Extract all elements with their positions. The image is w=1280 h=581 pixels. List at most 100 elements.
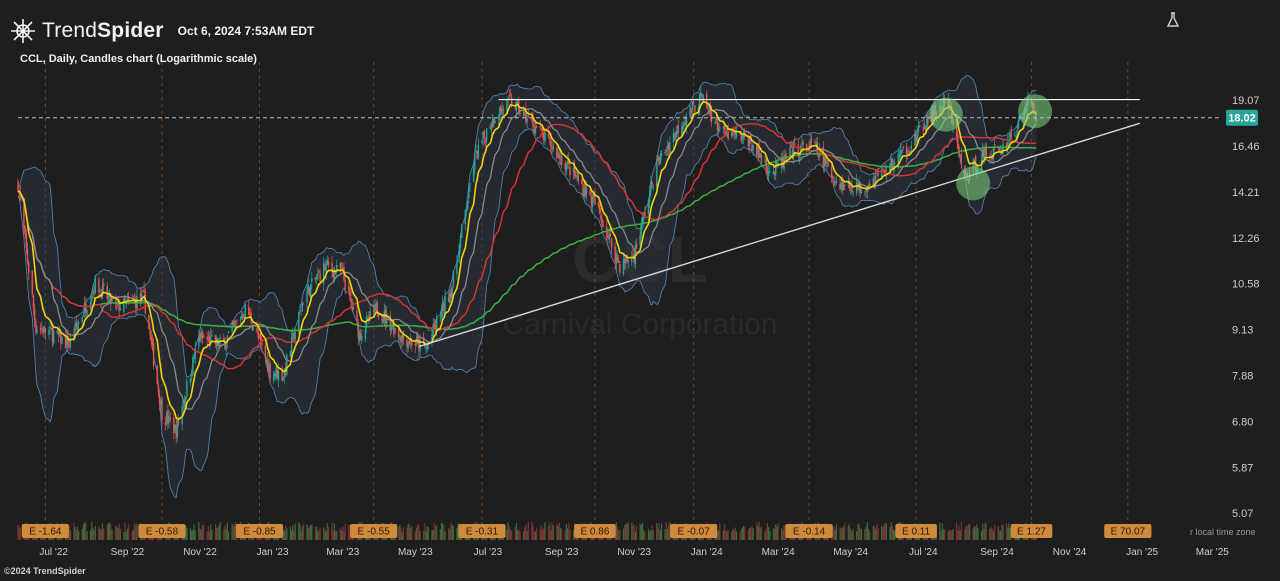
x-tick-label: Jul '23: [474, 547, 503, 558]
volume-bar: [233, 524, 236, 540]
volume-bar: [985, 524, 987, 540]
candle-body: [94, 276, 97, 293]
volume-bar: [725, 530, 727, 540]
volume-bar: [525, 524, 527, 540]
volume-bar: [722, 530, 725, 540]
earnings-label: E -0.07: [678, 527, 711, 538]
candle-body: [719, 126, 721, 129]
volume-bar: [342, 526, 344, 540]
candle-body: [810, 138, 813, 143]
volume-bar: [964, 528, 966, 540]
volume-bar: [17, 524, 19, 540]
y-tick-label: 19.07: [1232, 95, 1260, 107]
volume-bar: [723, 523, 726, 540]
candle-body: [481, 140, 483, 144]
candle-body: [318, 270, 320, 274]
volume-bar: [18, 526, 20, 540]
settings-flask-icon[interactable]: [1166, 12, 1180, 28]
candle-body: [619, 264, 621, 273]
volume-bar: [624, 524, 626, 540]
candle-body: [864, 191, 866, 193]
volume-bar: [293, 530, 295, 540]
volume-bar: [527, 522, 529, 540]
candle-body: [917, 126, 920, 133]
volume-bar: [110, 524, 112, 540]
volume-bar: [558, 522, 560, 540]
volume-bar: [980, 530, 983, 540]
candle-body: [225, 343, 227, 350]
candle-body: [844, 184, 846, 186]
candle-body: [248, 306, 250, 315]
brand-logo[interactable]: TrendSpider: [42, 19, 164, 43]
volume-bar: [647, 528, 650, 540]
volume-bar: [650, 530, 652, 540]
x-tick-label: Jul '22: [39, 547, 68, 558]
volume-bar: [551, 523, 553, 540]
x-tick-label: Sep '24: [980, 547, 1014, 558]
candle-body: [282, 377, 284, 381]
candle-body: [494, 120, 496, 123]
volume-bar: [286, 528, 288, 540]
volume-bar: [998, 530, 1000, 540]
volume-bar: [639, 523, 641, 540]
candle-body: [752, 145, 754, 150]
volume-bar: [224, 525, 226, 540]
volume-bar: [839, 526, 841, 540]
volume-bar: [625, 524, 627, 540]
volume-bar: [991, 528, 993, 540]
volume-bar: [449, 529, 451, 540]
volume-bar: [1009, 528, 1011, 540]
volume-bar: [433, 523, 435, 540]
volume-bar: [634, 531, 636, 540]
candle-body: [382, 319, 384, 324]
volume-bar: [415, 527, 418, 540]
volume-bar: [118, 523, 120, 540]
candle-body: [236, 320, 238, 321]
volume-bar: [951, 530, 953, 540]
volume-bar: [332, 530, 334, 540]
y-tick-label: 5.87: [1232, 462, 1253, 474]
volume-bar: [519, 531, 521, 540]
volume-bar: [751, 526, 753, 540]
candle-body: [277, 370, 280, 381]
volume-bar: [657, 527, 659, 540]
volume-bar: [622, 528, 625, 540]
volume-bar: [106, 524, 108, 540]
volume-bar: [651, 524, 653, 540]
volume-bar: [857, 524, 859, 540]
volume-bar: [889, 526, 891, 540]
candle-body: [993, 144, 996, 146]
candle-body: [602, 226, 604, 227]
candle-body: [769, 171, 771, 173]
candle-body: [202, 335, 205, 338]
volume-bar: [85, 522, 87, 540]
candle-body: [367, 315, 369, 317]
volume-bar: [19, 528, 21, 540]
volume-bar: [119, 528, 121, 540]
volume-bar: [289, 526, 292, 540]
candle-body: [651, 181, 653, 185]
volume-bar: [997, 526, 999, 540]
candle-body: [707, 106, 709, 108]
volume-bar: [452, 526, 454, 540]
volume-bar: [124, 522, 126, 540]
volume-bar: [947, 531, 949, 540]
candle-body: [898, 153, 901, 157]
volume-bar: [198, 522, 200, 540]
volume-bar: [841, 528, 843, 540]
volume-bar: [301, 526, 303, 540]
volume-bar: [456, 527, 458, 540]
volume-bar: [733, 530, 735, 540]
volume-bar: [627, 522, 629, 540]
volume-bar: [875, 528, 877, 540]
candle-body: [832, 175, 834, 179]
candle-body: [527, 115, 530, 117]
price-chart[interactable]: CCLCarnival Corporation18.0219.0716.4614…: [0, 0, 1280, 581]
candle-body: [186, 380, 188, 397]
volume-bar: [744, 526, 746, 540]
candle-body: [830, 167, 833, 177]
volume-bar: [999, 530, 1002, 540]
volume-bar: [768, 526, 770, 540]
candle-body: [31, 270, 33, 295]
volume-bar: [561, 528, 563, 540]
